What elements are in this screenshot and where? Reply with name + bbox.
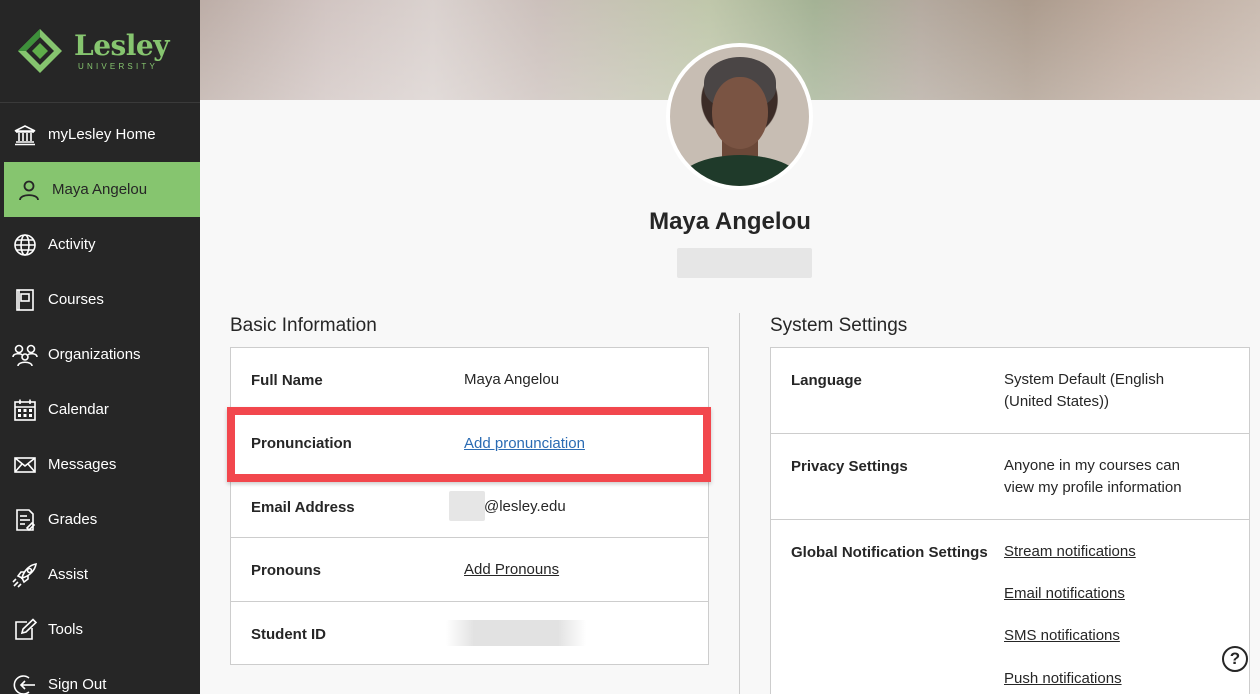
settings-row-privacy[interactable]: Privacy Settings Anyone in my courses ca… — [771, 434, 1249, 520]
basic-information-title: Basic Information — [230, 315, 377, 336]
sidebar-item-mylesley-home[interactable]: myLesley Home — [0, 107, 200, 162]
sidebar-item-label: Courses — [48, 291, 104, 308]
privacy-value: Anyone in my courses can view my profile… — [1004, 457, 1182, 496]
pronunciation-highlight: Pronunciation Add pronunciation — [227, 407, 711, 482]
info-row-full-name: Full Name Maya Angelou — [231, 348, 708, 412]
settings-label: Global Notification Settings — [791, 544, 988, 561]
sidebar-item-organizations[interactable]: Organizations — [0, 327, 200, 382]
sidebar-item-calendar[interactable]: Calendar — [0, 382, 200, 437]
calendar-icon — [12, 397, 38, 423]
sidebar-item-label: Calendar — [48, 401, 109, 418]
profile-name: Maya Angelou — [649, 208, 811, 235]
info-label: Email Address — [251, 499, 355, 516]
info-row-pronouns: Pronouns Add Pronouns — [231, 538, 708, 602]
profile-avatar[interactable] — [666, 43, 813, 190]
sms-notifications-link[interactable]: SMS notifications — [1004, 625, 1120, 647]
add-pronunciation-link[interactable]: Add pronunciation — [464, 435, 585, 452]
envelope-icon — [12, 452, 38, 478]
redacted-student-id — [446, 620, 586, 646]
sidebar-item-grades[interactable]: Grades — [0, 492, 200, 547]
info-label: Pronouns — [251, 562, 321, 579]
settings-label: Language — [791, 372, 862, 389]
info-label: Full Name — [251, 372, 323, 389]
add-pronouns-link[interactable]: Add Pronouns — [464, 559, 559, 581]
system-settings-title: System Settings — [770, 315, 908, 336]
sign-out-icon — [12, 672, 38, 694]
logo-name: Lesley — [74, 28, 170, 62]
settings-row-language[interactable]: Language System Default (English (United… — [771, 348, 1249, 434]
info-label: Student ID — [251, 626, 326, 643]
sidebar-item-label: Tools — [48, 621, 84, 638]
user-icon — [16, 177, 42, 203]
sidebar-item-label: Messages — [48, 456, 117, 473]
group-icon — [12, 342, 38, 368]
sidebar-item-tools[interactable]: Tools — [0, 602, 200, 657]
help-icon: ? — [1229, 649, 1241, 668]
settings-label: Privacy Settings — [791, 458, 908, 475]
sidebar-item-assist[interactable]: Assist — [0, 547, 200, 602]
settings-row-notifications: Global Notification Settings Stream noti… — [771, 520, 1249, 694]
sidebar-item-label: Grades — [48, 511, 98, 528]
push-notifications-link[interactable]: Push notifications — [1004, 668, 1122, 690]
sidebar-item-activity[interactable]: Activity — [0, 217, 200, 272]
column-divider — [739, 313, 740, 694]
pronunciation-label: Pronunciation — [251, 435, 352, 452]
redacted-email-user — [449, 491, 485, 521]
sidebar-item-label: Organizations — [48, 346, 141, 363]
sidebar-item-courses[interactable]: Courses — [0, 272, 200, 327]
sidebar-item-label: Sign Out — [48, 676, 107, 693]
info-row-student-id: Student ID — [231, 602, 708, 665]
sidebar-item-messages[interactable]: Messages — [0, 437, 200, 492]
lesley-diamond-icon — [18, 29, 62, 73]
sidebar: Lesley UNIVERSITY myLesley Home Maya Ang… — [0, 0, 200, 694]
email-notifications-link[interactable]: Email notifications — [1004, 583, 1125, 605]
language-value: System Default (English (United States)) — [1004, 371, 1165, 410]
redacted-username — [677, 248, 812, 278]
email-value: @lesley.edu — [484, 498, 566, 515]
profile-page: Maya Angelou Basic Information Full Name… — [200, 0, 1260, 694]
rocket-icon — [12, 562, 38, 588]
info-row-email: Email Address @lesley.edu — [231, 475, 708, 538]
book-icon — [12, 287, 38, 313]
institution-icon — [12, 122, 38, 148]
full-name-value: Maya Angelou — [464, 371, 560, 388]
system-settings-card: Language System Default (English (United… — [770, 347, 1250, 694]
sidebar-item-label: Maya Angelou — [52, 181, 148, 198]
globe-icon — [12, 232, 38, 258]
grades-icon — [12, 507, 38, 533]
sidebar-item-label: myLesley Home — [48, 126, 156, 143]
sidebar-item-label: Assist — [48, 566, 89, 583]
sidebar-item-profile[interactable]: Maya Angelou — [4, 162, 200, 217]
basic-information-card: Full Name Maya Angelou Email Address @le… — [230, 347, 709, 665]
stream-notifications-link[interactable]: Stream notifications — [1004, 541, 1136, 563]
sidebar-nav: myLesley Home Maya Angelou Activity Cour… — [0, 107, 200, 694]
sidebar-item-sign-out[interactable]: Sign Out — [0, 657, 200, 694]
sidebar-item-label: Activity — [48, 236, 96, 253]
logo-subtitle: UNIVERSITY — [78, 61, 159, 71]
lesley-logo[interactable]: Lesley UNIVERSITY — [0, 0, 200, 103]
help-button[interactable]: ? — [1222, 646, 1248, 672]
edit-icon — [12, 617, 38, 643]
